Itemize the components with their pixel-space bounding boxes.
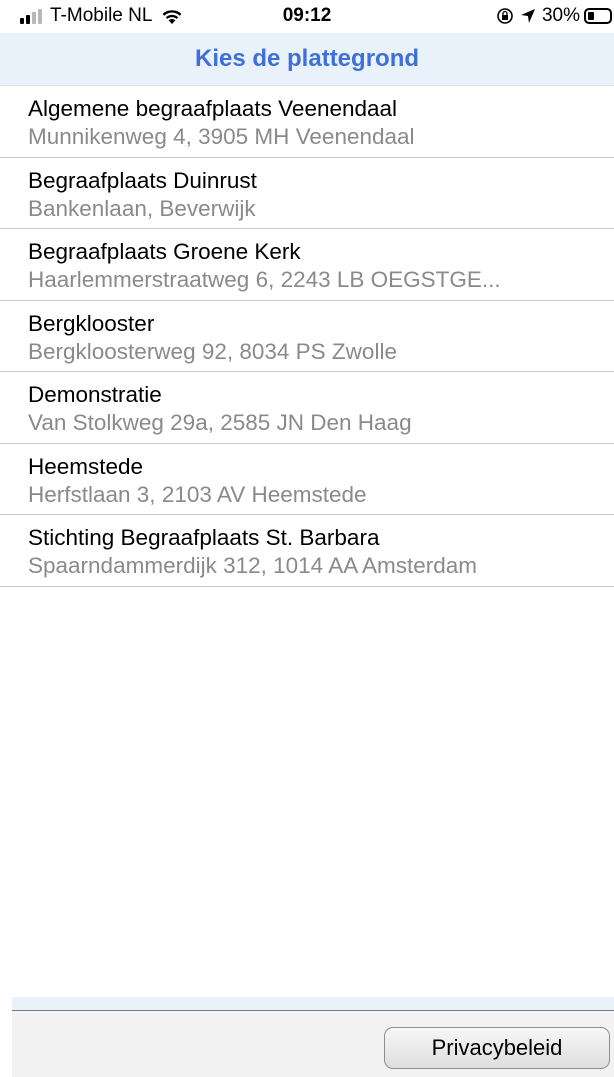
bottom-strip <box>12 997 614 1010</box>
location-address: Herfstlaan 3, 2103 AV Heemstede <box>28 481 367 507</box>
list-item[interactable]: Stichting Begraafplaats St. Barbara Spaa… <box>0 515 614 587</box>
location-address: Spaarndammerdijk 312, 1014 AA Amsterdam <box>28 553 478 578</box>
location-name: Bergklooster <box>28 310 155 336</box>
location-address: Bergkloosterweg 92, 8034 PS Zwolle <box>28 338 397 364</box>
list-item[interactable]: Begraafplaats Duinrust Bankenlaan, Bever… <box>0 158 614 229</box>
location-name: Begraafplaats Duinrust <box>28 167 257 193</box>
location-address: Van Stolkweg 29a, 2585 JN Den Haag <box>28 410 412 435</box>
location-name: Stichting Begraafplaats St. Barbara <box>28 525 380 550</box>
bottom-toolbar: Privacybeleid <box>12 1010 614 1077</box>
page-title: Kies de plattegrond <box>194 45 420 72</box>
location-address: Bankenlaan, Beverwijk <box>28 195 256 221</box>
list-item[interactable]: Demonstratie Van Stolkweg 29a, 2585 JN D… <box>0 372 614 444</box>
list-item[interactable]: Bergklooster Bergkloosterweg 92, 8034 PS… <box>0 301 614 372</box>
battery-percentage: 30% <box>541 5 580 26</box>
location-address: Haarlemmerstraatweg 6, 2243 LB OEGSTGE..… <box>28 267 501 292</box>
privacy-policy-button[interactable]: Privacybeleid <box>384 1027 610 1069</box>
rotation-lock-icon <box>497 8 513 24</box>
list-item[interactable]: Begraafplaats Groene Kerk Haarlemmerstra… <box>0 229 614 301</box>
location-name: Algemene begraafplaats Veenendaal <box>28 96 398 121</box>
battery-fill <box>588 12 594 20</box>
location-name: Heemstede <box>28 453 144 479</box>
battery-icon <box>584 8 612 24</box>
location-name: Demonstratie <box>28 382 162 407</box>
location-address: Munnikenweg 4, 3905 MH Veenendaal <box>28 124 415 149</box>
status-right: 30% <box>496 5 612 27</box>
location-name: Begraafplaats Groene Kerk <box>28 239 301 264</box>
navigation-bar: Kies de plattegrond <box>0 33 614 86</box>
list-item[interactable]: Heemstede Herfstlaan 3, 2103 AV Heemsted… <box>0 444 614 515</box>
list-item[interactable]: Algemene begraafplaats Veenendaal Munnik… <box>0 86 614 158</box>
location-list: Algemene begraafplaats Veenendaal Munnik… <box>0 86 614 587</box>
status-bar: T-Mobile NL 09:12 30% <box>0 0 614 33</box>
location-arrow-icon <box>520 9 535 23</box>
